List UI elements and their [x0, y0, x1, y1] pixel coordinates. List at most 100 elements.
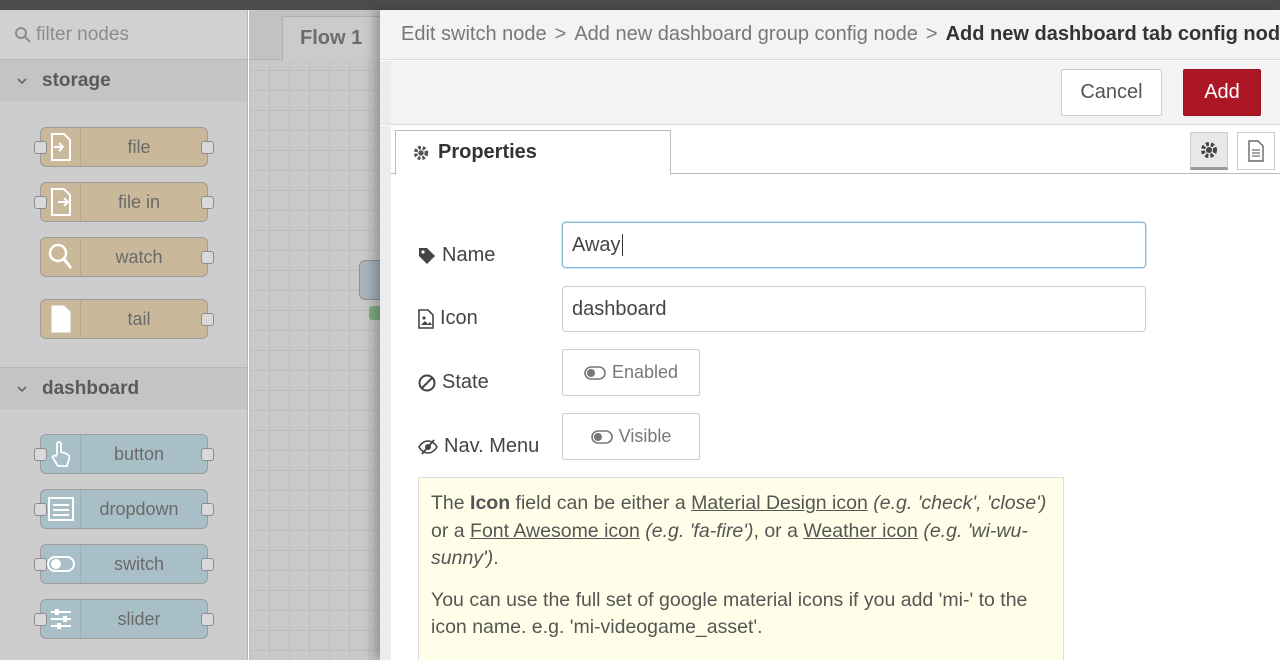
breadcrumb-item-edit-switch[interactable]: Edit switch node — [401, 23, 547, 46]
breadcrumb-separator: > — [925, 23, 938, 45]
nav-menu-toggle-button[interactable]: Visible — [562, 413, 700, 460]
output-port — [201, 251, 214, 264]
icon-input[interactable]: dashboard — [562, 286, 1146, 332]
file-in-icon — [41, 183, 81, 221]
nav-menu-label-text: Nav. Menu — [444, 435, 540, 457]
palette-node-switch[interactable]: switch — [34, 544, 214, 584]
category-body-storage: file file in watch tail — [0, 102, 247, 367]
description-tab-button[interactable] — [1237, 132, 1275, 170]
help-text: . — [493, 547, 499, 569]
chevron-down-icon — [17, 78, 27, 85]
tray-content: Properties Name Away Icon dashboard Stat… — [380, 126, 1280, 660]
node-label: switch — [113, 553, 164, 574]
breadcrumb-item-tab-config: Add new dashboard tab config node — [945, 23, 1280, 45]
help-text: or a — [431, 519, 471, 542]
breadcrumb: Edit switch node > Add new dashboard gro… — [380, 10, 1280, 60]
output-port — [201, 313, 214, 326]
input-port — [34, 196, 47, 209]
node-label: file — [127, 136, 151, 157]
settings-tab-button[interactable] — [1190, 132, 1228, 170]
node-label: file in — [117, 191, 161, 212]
state-label-text: State — [442, 371, 489, 393]
category-header-storage[interactable]: storage — [0, 60, 247, 102]
palette-node-watch[interactable]: watch — [40, 237, 214, 277]
font-awesome-icon-link[interactable]: Font Awesome icon — [470, 520, 640, 542]
edit-tray: Edit switch node > Add new dashboard gro… — [380, 10, 1280, 660]
toggle-icon — [590, 429, 613, 444]
help-example: (e.g. 'fa-fire') — [639, 519, 754, 542]
filter-placeholder: filter nodes — [36, 23, 129, 45]
tab-properties[interactable]: Properties — [395, 130, 671, 175]
nav-menu-value: Visible — [618, 426, 672, 446]
category-name: dashboard — [42, 377, 140, 399]
palette-node-dropdown[interactable]: dropdown — [34, 489, 214, 529]
help-text: field can be either a — [510, 492, 692, 514]
input-port — [34, 448, 47, 461]
palette-node-slider[interactable]: slider — [34, 599, 214, 639]
magnifier-icon — [41, 238, 81, 276]
toggle-icon — [41, 545, 81, 583]
input-port — [34, 503, 47, 516]
palette-node-file[interactable]: file — [34, 127, 214, 167]
output-port — [201, 613, 214, 626]
weather-icon-link[interactable]: Weather icon — [803, 520, 918, 542]
help-example: (e.g. 'check', 'close') — [867, 492, 1047, 514]
chevron-down-icon — [17, 385, 27, 392]
help-paragraph-2: You can use the full set of google mater… — [431, 588, 1028, 639]
text-caret — [621, 234, 623, 256]
category-name: storage — [42, 70, 111, 91]
output-port — [201, 196, 214, 209]
input-port — [34, 141, 47, 154]
tab-flow-1[interactable]: Flow 1 — [282, 16, 392, 61]
tray-toolbar: Cancel Add — [380, 61, 1280, 125]
category-body-dashboard: button dropdown switch slider — [0, 409, 247, 660]
material-design-icon-link[interactable]: Material Design icon — [691, 492, 868, 514]
properties-tab-label: Properties — [438, 141, 537, 163]
node-label: dropdown — [99, 498, 179, 519]
node-label: slider — [117, 608, 161, 629]
icon-label: Icon — [418, 307, 478, 330]
palette-node-button[interactable]: button — [34, 434, 214, 474]
toggle-icon — [584, 365, 606, 380]
name-input[interactable]: Away — [562, 222, 1146, 268]
file-icon — [41, 300, 81, 338]
palette-node-tail[interactable]: tail — [40, 299, 214, 339]
cancel-button[interactable]: Cancel — [1061, 69, 1162, 116]
top-header-bar — [0, 0, 1280, 10]
gear-icon — [1201, 142, 1217, 158]
state-label: State — [418, 371, 489, 394]
eye-slash-icon — [418, 438, 438, 455]
filter-nodes-input[interactable]: filter nodes — [0, 10, 247, 60]
icon-label-text: Icon — [440, 307, 478, 329]
help-paragraph-1: The Icon field can be either a Material … — [431, 490, 1051, 573]
flow-workspace[interactable]: Flow 1 — [249, 10, 399, 660]
icon-help-tip: The Icon field can be either a Material … — [418, 477, 1064, 660]
nav-menu-label: Nav. Menu — [418, 435, 539, 458]
state-toggle-button[interactable]: Enabled — [562, 349, 700, 396]
gear-icon — [413, 145, 429, 160]
add-button[interactable]: Add — [1183, 69, 1261, 116]
ban-icon — [418, 374, 436, 391]
node-label: tail — [127, 308, 151, 329]
output-port — [201, 558, 214, 571]
input-port — [34, 613, 47, 626]
name-label: Name — [418, 244, 495, 267]
output-port — [201, 141, 214, 154]
tray-tabs: Properties — [391, 126, 1280, 175]
document-icon — [1248, 140, 1264, 162]
workspace-tab-bar: Flow 1 — [249, 10, 392, 61]
output-port — [201, 448, 214, 461]
palette-node-file-in[interactable]: file in — [34, 182, 214, 222]
node-label: button — [113, 443, 165, 464]
help-text: The — [431, 492, 471, 514]
name-input-value: Away — [572, 233, 621, 256]
breadcrumb-item-group-config[interactable]: Add new dashboard group config node — [574, 23, 918, 46]
breadcrumb-separator: > — [554, 23, 567, 45]
help-icon-keyword: Icon — [470, 492, 511, 514]
hand-pointer-icon — [41, 435, 81, 473]
node-palette: filter nodes storage file file in watch … — [0, 10, 248, 660]
image-file-icon — [418, 308, 434, 329]
category-header-dashboard[interactable]: dashboard — [0, 367, 247, 409]
name-label-text: Name — [442, 244, 496, 266]
output-port — [201, 503, 214, 516]
